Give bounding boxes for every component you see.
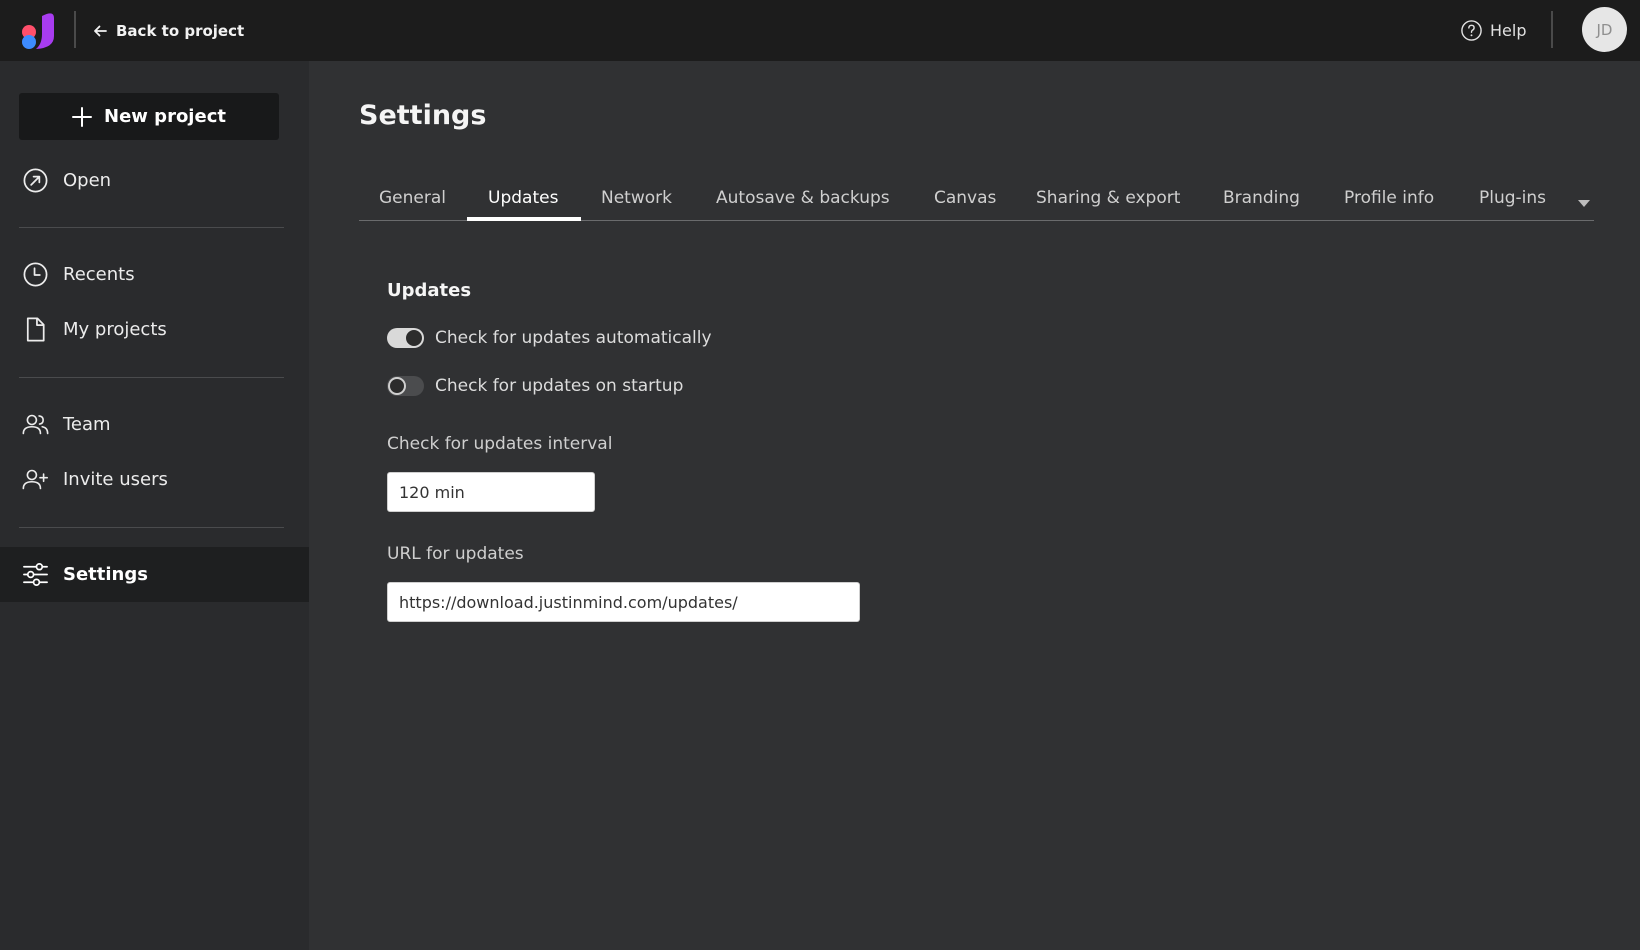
- sidebar-item-label: Invite users: [63, 469, 168, 490]
- sidebar: New project Open Recents My projects Tea…: [0, 61, 309, 950]
- url-input[interactable]: [387, 582, 860, 622]
- back-to-project-label: Back to project: [116, 22, 245, 40]
- auto-update-label: Check for updates automatically: [435, 328, 712, 348]
- chevron-down-icon[interactable]: [1577, 198, 1591, 208]
- sidebar-divider: [19, 377, 284, 378]
- new-project-label: New project: [104, 106, 226, 127]
- app-logo[interactable]: [20, 10, 56, 50]
- auto-update-toggle[interactable]: [387, 328, 424, 348]
- toggle-knob: [406, 330, 422, 346]
- tab-network[interactable]: Network: [601, 188, 672, 208]
- tab-branding[interactable]: Branding: [1223, 188, 1300, 208]
- top-bar: Back to project Help JD: [0, 0, 1640, 61]
- sidebar-item-settings[interactable]: Settings: [0, 547, 309, 602]
- plus-icon: [72, 106, 93, 127]
- sidebar-item-label: Team: [63, 414, 111, 435]
- sidebar-item-label: Settings: [63, 564, 148, 585]
- topbar-divider: [74, 11, 76, 48]
- avatar[interactable]: JD: [1582, 7, 1627, 52]
- tab-general[interactable]: General: [379, 188, 446, 208]
- add-user-icon: [21, 466, 49, 494]
- interval-label: Check for updates interval: [387, 434, 613, 454]
- sidebar-item-open[interactable]: Open: [0, 153, 309, 208]
- help-label: Help: [1490, 20, 1527, 40]
- clock-icon: [21, 261, 49, 289]
- toggle-knob: [388, 377, 406, 395]
- sidebar-item-label: Open: [63, 170, 112, 191]
- url-label: URL for updates: [387, 544, 524, 564]
- question-circle-icon: [1461, 19, 1482, 41]
- sidebar-item-my-projects[interactable]: My projects: [0, 302, 309, 357]
- arrow-left-icon: [94, 25, 107, 37]
- tab-canvas[interactable]: Canvas: [934, 188, 996, 208]
- sidebar-item-recents[interactable]: Recents: [0, 247, 309, 302]
- startup-update-toggle[interactable]: [387, 376, 424, 396]
- tab-plug-ins[interactable]: Plug-ins: [1479, 188, 1546, 208]
- back-to-project-link[interactable]: Back to project: [92, 20, 244, 42]
- tab-sharing-export[interactable]: Sharing & export: [1036, 188, 1180, 208]
- active-tab-indicator: [467, 217, 581, 221]
- section-title: Updates: [387, 280, 472, 301]
- sidebar-item-label: Recents: [63, 264, 135, 285]
- page-title: Settings: [359, 100, 487, 131]
- tab-updates[interactable]: Updates: [488, 188, 558, 208]
- team-icon: [21, 411, 49, 439]
- startup-update-toggle-row: Check for updates on startup: [387, 374, 683, 398]
- auto-update-toggle-row: Check for updates automatically: [387, 326, 712, 350]
- sidebar-divider: [19, 227, 284, 228]
- interval-input[interactable]: [387, 472, 595, 512]
- sidebar-divider: [19, 527, 284, 528]
- new-project-button[interactable]: New project: [19, 93, 279, 140]
- settings-tabs: General Updates Network Autosave & backu…: [359, 182, 1594, 221]
- help-button[interactable]: Help: [1460, 18, 1526, 42]
- tab-profile-info[interactable]: Profile info: [1344, 188, 1434, 208]
- tab-autosave-backups[interactable]: Autosave & backups: [716, 188, 890, 208]
- startup-update-label: Check for updates on startup: [435, 376, 684, 396]
- sidebar-item-team[interactable]: Team: [0, 397, 309, 452]
- open-icon: [21, 167, 49, 195]
- sidebar-item-label: My projects: [63, 319, 167, 340]
- file-icon: [21, 316, 49, 344]
- topbar-divider-right: [1551, 11, 1553, 48]
- sidebar-item-invite-users[interactable]: Invite users: [0, 452, 309, 507]
- sliders-icon: [21, 561, 49, 589]
